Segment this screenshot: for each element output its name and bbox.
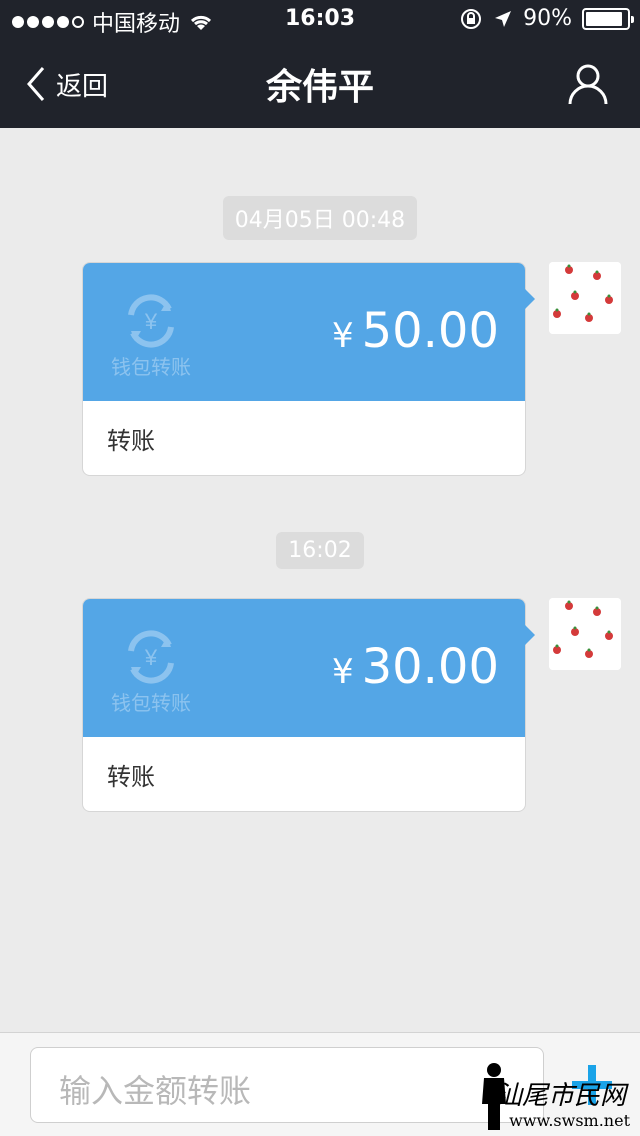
amount-value: 50.00 <box>361 303 499 359</box>
transfer-card[interactable]: ¥ 钱包转账 ¥ 50.00 转账 <box>82 262 535 476</box>
strawberry-avatar-icon <box>549 598 621 670</box>
wallet-transfer-label: 钱包转账 <box>111 691 191 715</box>
transfer-card-header: ¥ 钱包转账 ¥ 30.00 <box>83 599 535 737</box>
battery-level <box>586 11 622 26</box>
transfer-card-header: ¥ 钱包转账 ¥ 50.00 <box>83 263 535 401</box>
battery-icon <box>582 7 634 30</box>
currency-symbol: ¥ <box>331 652 354 692</box>
transfer-amount: ¥ 30.00 <box>332 639 499 695</box>
profile-icon[interactable] <box>568 62 608 106</box>
wallet-transfer-icon: ¥ <box>128 630 174 684</box>
avatar[interactable] <box>549 598 621 670</box>
timestamp-1: 04月05日 00:48 <box>0 196 640 240</box>
transfer-type-label: 转账 <box>107 426 155 455</box>
wallet-transfer-icon: ¥ <box>128 294 174 348</box>
top-bar: 中国移动 16:03 90% 返回 余伟平 <box>0 0 640 128</box>
page-title: 余伟平 <box>265 67 374 108</box>
amount-input[interactable]: 输入金额转账 <box>30 1047 544 1123</box>
status-right: 90% <box>459 6 634 31</box>
location-icon <box>495 10 512 27</box>
battery-percent: 90% <box>523 6 572 31</box>
watermark-logo: 汕尾市民网 www.swsm.net <box>474 1060 634 1132</box>
status-bar: 中国移动 16:03 90% <box>0 0 640 40</box>
svg-text:¥: ¥ <box>144 645 158 670</box>
amount-value: 30.00 <box>361 639 499 695</box>
svg-text:¥: ¥ <box>144 309 158 334</box>
watermark-site: www.swsm.net <box>509 1111 630 1130</box>
watermark-mark: 汕尾市民网 <box>495 1081 626 1111</box>
transfer-card[interactable]: ¥ 钱包转账 ¥ 30.00 转账 <box>82 598 535 812</box>
timestamp-label: 04月05日 00:48 <box>222 196 418 240</box>
strawberry-avatar-icon <box>549 262 621 334</box>
currency-symbol: ¥ <box>331 316 354 356</box>
timestamp-label: 16:02 <box>276 532 364 569</box>
rotation-lock-icon <box>461 8 482 29</box>
transfer-type-label: 转账 <box>107 762 155 791</box>
timestamp-2: 16:02 <box>0 532 640 569</box>
avatar[interactable] <box>549 262 621 334</box>
wallet-transfer-label: 钱包转账 <box>111 355 191 379</box>
transfer-amount: ¥ 50.00 <box>332 303 499 359</box>
